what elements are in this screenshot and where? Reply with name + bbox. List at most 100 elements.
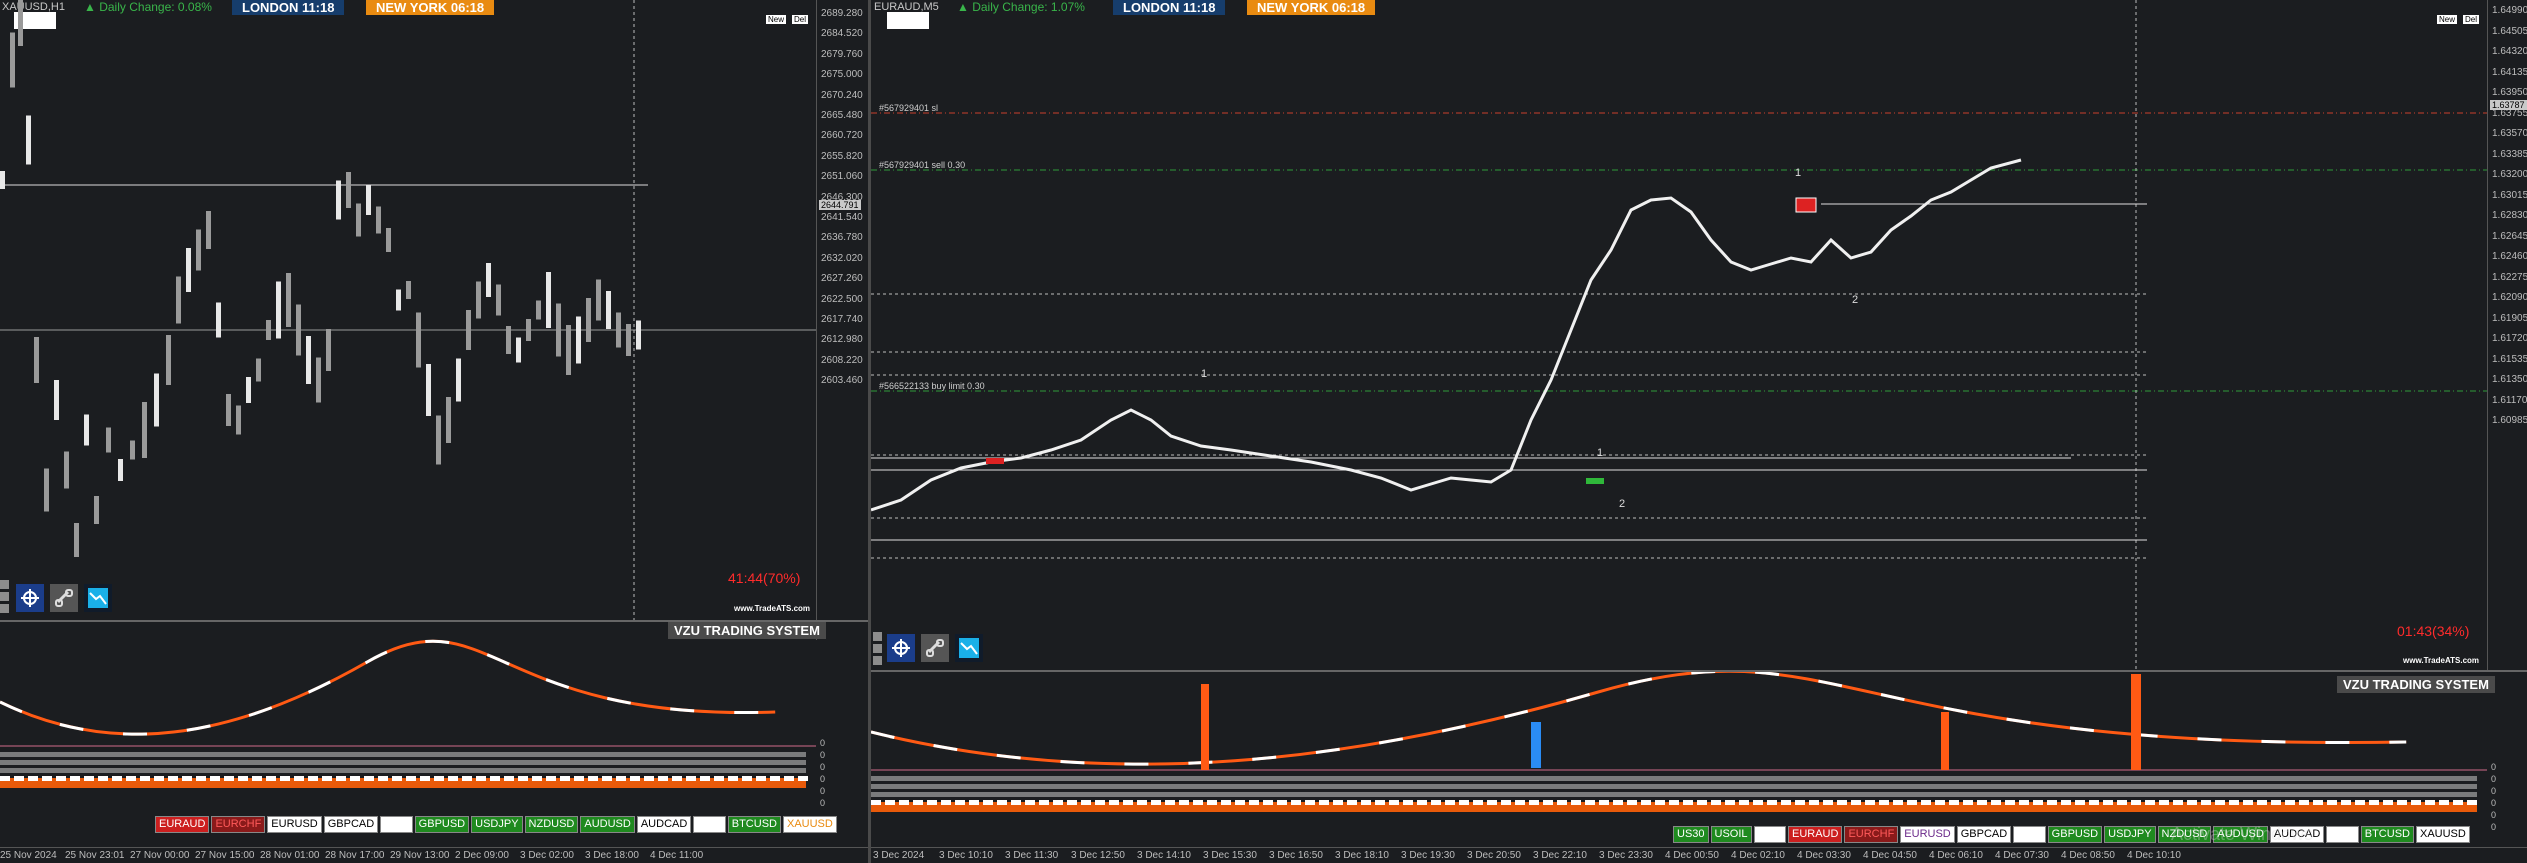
candle [576,316,581,364]
candle [516,337,521,363]
trend-tick [546,776,556,781]
trend-tick [2439,800,2449,805]
candle [118,459,123,481]
trend-tick [2131,800,2141,805]
currency-chip[interactable]: USDJPY [471,816,523,833]
candle [296,304,301,356]
currency-chip[interactable]: GBPCAD [1956,826,2012,843]
xauusd-chart-window[interactable]: XAUUSD,H1 ▲ Daily Change: 0.08% LONDON 1… [0,0,871,863]
candle [616,312,621,348]
indicator-curve-overlay [871,672,2407,766]
price-tick: 1.62460 [2492,251,2527,262]
candle [246,377,251,403]
panel-toggle-2[interactable] [0,592,9,601]
price-tick: 1.63200 [2492,169,2527,180]
link-tool[interactable] [921,634,949,662]
currency-chip[interactable] [2013,826,2046,843]
trend-tick [14,776,24,781]
currency-chip[interactable]: GBPCAD [323,816,379,833]
currency-chip[interactable]: EURCHF [211,816,266,833]
currency-chip[interactable]: GBPUSD [2047,826,2103,843]
price-chart[interactable] [0,0,816,620]
chart-icon [88,588,108,608]
candle [326,329,331,371]
currency-chip[interactable]: US30 [1673,826,1709,843]
currency-chip[interactable]: EURCHF [1844,826,1899,843]
candle [166,335,171,385]
indicator-subwindow[interactable]: VZU TRADING SYSTEM 000000 EURAUD EURCHF EU… [0,620,868,850]
time-tick: 3 Dec 20:50 [1467,850,1521,861]
link-icon [926,639,944,657]
currency-chip[interactable]: XAUUSD [782,816,837,833]
currency-chip[interactable]: USDJPY [2104,826,2156,843]
trend-tick [294,776,304,781]
time-tick: 3 Dec 02:00 [520,850,574,861]
time-tick: 4 Dec 08:50 [2061,850,2115,861]
trend-tick [2187,800,2197,805]
indicator-subwindow[interactable]: VZU TRADING SYSTEM 000000 US30 USOIL EURA… [871,670,2527,850]
link-tool[interactable] [50,584,78,612]
currency-chip[interactable]: GBPUSD [414,816,470,833]
currency-chip[interactable]: USOIL [1710,826,1752,843]
trend-tick [1977,800,1987,805]
price-chart[interactable] [871,0,2487,670]
currency-chip[interactable] [2326,826,2359,843]
dot-row [871,784,2477,789]
currency-chip[interactable]: NZDUSD [524,816,579,833]
time-tick: 3 Dec 16:50 [1269,850,1323,861]
time-tick: 4 Dec 07:30 [1995,850,2049,861]
crosshair-tool[interactable] [16,584,44,612]
candle [466,310,471,350]
panel-toggle-1[interactable] [873,632,882,641]
currency-chip[interactable] [380,816,413,833]
price-tick: 2622.500 [821,293,863,305]
price-tick: 2632.020 [821,252,863,264]
trend-tick [2061,800,2071,805]
panel-toggle-2[interactable] [873,644,882,653]
panel-toggle-3[interactable] [0,604,9,613]
currency-chip[interactable]: EURUSD [1900,826,1955,843]
time-tick: 3 Dec 11:30 [1005,850,1059,861]
trend-tick [955,800,965,805]
chart-tool[interactable] [84,584,112,612]
trend-tick [672,776,682,781]
crosshair-tool[interactable] [887,634,915,662]
currency-chip[interactable]: BTCUSD [727,816,781,833]
currency-chip[interactable]: EURAUD [155,816,210,833]
scale-zero: 0 [820,774,826,784]
currency-chip[interactable]: BTCUSD [2360,826,2414,843]
trend-tick [2341,800,2351,805]
time-tick: 28 Nov 01:00 [260,850,320,861]
currency-chip[interactable]: AUDCAD [636,816,692,833]
trend-tick [1109,800,1119,805]
trend-tick [1921,800,1931,805]
trend-tick [602,776,612,781]
currency-chip[interactable]: XAUUSD [2415,826,2470,843]
currency-chip[interactable] [693,816,726,833]
candle [154,373,159,427]
chart-tool[interactable] [955,634,983,662]
panel-toggle-3[interactable] [873,656,882,665]
time-tick: 27 Nov 00:00 [130,850,190,861]
trend-tick [1025,800,1035,805]
euraud-chart-window[interactable]: EURAUD,M5 ▲ Daily Change: 1.07% LONDON 1… [871,0,2527,863]
currency-chip[interactable] [1753,826,1786,843]
trend-tick [42,776,52,781]
currency-chip[interactable]: AUDUSD [580,816,635,833]
currency-chip[interactable]: EURAUD [1788,826,1843,843]
trend-tick [1235,800,1245,805]
trend-tick [98,776,108,781]
trend-tick [2355,800,2365,805]
trend-tick [1011,800,1021,805]
candle [346,172,351,208]
trend-tick [1781,800,1791,805]
trend-tick [1837,800,1847,805]
candle [206,211,211,249]
trend-tick [2271,800,2281,805]
trend-tick [1095,800,1105,805]
panel-toggle-1[interactable] [0,580,9,589]
currency-chip[interactable]: EURUSD [267,816,322,833]
trend-tick [2313,800,2323,805]
candle [276,281,281,339]
trend-tick [1487,800,1497,805]
